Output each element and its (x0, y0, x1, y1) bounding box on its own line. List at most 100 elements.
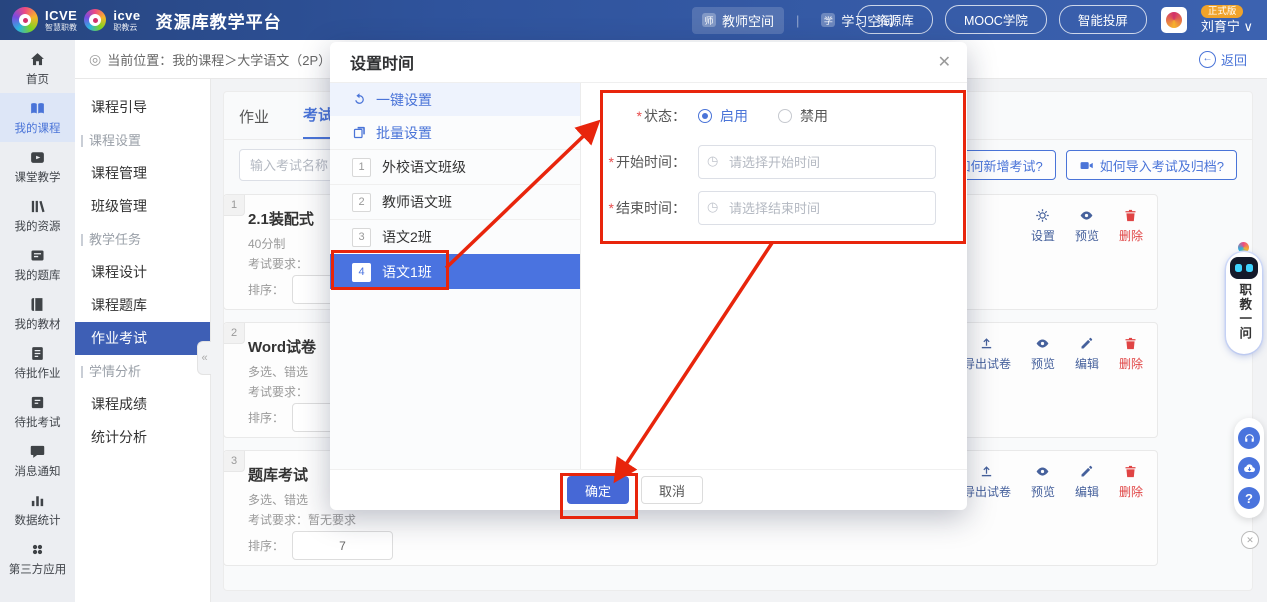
sidebar-item-messages[interactable]: 消息通知 (0, 436, 75, 485)
sidebar-item-my-courses[interactable]: 我的课程 (0, 93, 75, 142)
exam-icon (29, 393, 46, 411)
brand2-title: icve (113, 9, 140, 22)
sidebar-item-pending-homework[interactable]: 待批作业 (0, 338, 75, 387)
exam-title: Word试卷 (248, 336, 316, 357)
exam-title: 2.1装配式 (248, 208, 314, 229)
version-badge: 正式版 (1201, 5, 1244, 18)
class-item-3[interactable]: 3语文2班 (330, 219, 580, 254)
action-upload[interactable]: 导出试卷 (963, 464, 1011, 500)
sidebar-item-third-party[interactable]: 第三方应用 (0, 534, 75, 583)
action-trash[interactable]: 删除 (1119, 208, 1143, 244)
submenu-item-course-bank[interactable]: 课程题库 (75, 289, 210, 322)
submenu-item-stat-analysis[interactable]: 统计分析 (75, 421, 210, 454)
user-avatar[interactable] (1161, 7, 1187, 33)
sidebar-item-classroom[interactable]: 课堂教学 (0, 142, 75, 191)
course-submenu: « 课程引导课程设置课程管理班级管理教学任务课程设计课程题库作业考试学情分析课程… (75, 79, 211, 602)
sidebar-item-home[interactable]: 首页 (0, 44, 75, 93)
row-number: 2 (224, 323, 245, 344)
nav-teacher-space[interactable]: 师教师空间 (692, 7, 784, 34)
confirm-button[interactable]: 确定 (567, 476, 629, 504)
cloud-download-icon[interactable] (1238, 457, 1260, 479)
sidebar-item-label: 数据统计 (15, 512, 61, 528)
close-floating-icon[interactable]: ✕ (1241, 531, 1259, 549)
class-name: 语文1班 (382, 262, 432, 282)
start-time-row: *开始时间： ◷ (581, 145, 967, 179)
submenu-item-course-manage[interactable]: 课程管理 (75, 157, 210, 190)
modal-footer: 确定 取消 (330, 469, 967, 510)
radio-disable[interactable]: 禁用 (778, 106, 828, 126)
customer-service-icon[interactable] (1238, 427, 1260, 449)
action-eye[interactable]: 预览 (1075, 208, 1099, 244)
submenu-item-course-grades[interactable]: 课程成绩 (75, 388, 210, 421)
sidebar-item-label: 待批考试 (15, 414, 61, 430)
chevron-down-icon: ∨ (1243, 19, 1253, 34)
exam-requirement: 考试要求：暂无要求 (248, 511, 356, 528)
nav-separator: | (796, 13, 799, 28)
sidebar-item-label: 我的课程 (15, 120, 61, 136)
stats-icon (29, 491, 46, 509)
tab-exam[interactable]: 考试 (303, 104, 333, 139)
modal-header: 设置时间 ✕ (330, 42, 967, 83)
sidebar-item-label: 首页 (26, 71, 49, 87)
username[interactable]: 刘育宁 ∨ (1201, 19, 1253, 35)
class-number: 2 (352, 193, 371, 212)
radio-enable[interactable]: 启用 (698, 106, 748, 126)
close-icon[interactable]: ✕ (938, 52, 951, 72)
action-trash[interactable]: 删除 (1119, 464, 1143, 500)
eye-icon (1035, 336, 1050, 351)
action-edit[interactable]: 编辑 (1075, 336, 1099, 372)
brand2-sub: 职教云 (113, 24, 140, 32)
action-gear[interactable]: 设置 (1031, 208, 1055, 244)
sidebar-item-my-textbooks[interactable]: 我的教材 (0, 289, 75, 338)
trash-icon (1123, 336, 1138, 351)
sidebar-item-label: 我的资源 (15, 218, 61, 234)
action-trash[interactable]: 删除 (1119, 336, 1143, 372)
action-edit[interactable]: 编辑 (1075, 464, 1099, 500)
icve-logo-icon (12, 7, 38, 33)
user-info[interactable]: 正式版 刘育宁 ∨ (1201, 5, 1253, 35)
row-number: 1 (224, 195, 245, 216)
nav-student-space[interactable]: 学学习空间 (811, 7, 903, 34)
class-name: 外校语文班级 (382, 157, 466, 177)
help-icon[interactable]: ? (1238, 487, 1260, 509)
header-pill-1[interactable]: MOOC学院 (945, 5, 1047, 34)
assistant-widget[interactable]: 职教一问 (1226, 252, 1262, 354)
quick-set-link[interactable]: 一键设置 (330, 83, 580, 116)
header-pill-2[interactable]: 智能投屏 (1059, 5, 1147, 34)
sidebar-item-pending-exams[interactable]: 待批考试 (0, 387, 75, 436)
back-button[interactable]: ← 返回 (1199, 50, 1247, 69)
tab-homework[interactable]: 作业 (239, 106, 269, 139)
start-time-input[interactable] (698, 145, 936, 179)
sort-input[interactable] (292, 531, 393, 560)
section-bar (81, 135, 83, 147)
action-eye[interactable]: 预览 (1031, 336, 1055, 372)
help-button-1[interactable]: 如何导入考试及归档? (1066, 150, 1237, 180)
action-upload[interactable]: 导出试卷 (963, 336, 1011, 372)
icve-brand-text: ICVE 智慧职教 (45, 9, 77, 32)
video-camera-icon (1079, 158, 1094, 173)
end-time-input[interactable] (698, 191, 936, 225)
sidebar-item-data-stats[interactable]: 数据统计 (0, 485, 75, 534)
submenu-section-learning-analysis: 学情分析 (75, 355, 210, 388)
class-number: 4 (352, 263, 371, 282)
radio-circle-icon (698, 109, 712, 123)
submenu-item-course-design[interactable]: 课程设计 (75, 256, 210, 289)
breadcrumb: 当前位置：我的课程＞大学语文（2P） (107, 50, 331, 69)
collapse-submenu-handle[interactable]: « (197, 341, 211, 375)
sidebar-item-my-question-bank[interactable]: 我的题库 (0, 240, 75, 289)
class-item-1[interactable]: 1外校语文班级 (330, 149, 580, 184)
row-number: 3 (224, 451, 245, 472)
submenu-item-class-manage[interactable]: 班级管理 (75, 190, 210, 223)
cancel-button[interactable]: 取消 (641, 476, 703, 504)
batch-set-link[interactable]: 批量设置 (330, 116, 580, 149)
action-eye[interactable]: 预览 (1031, 464, 1055, 500)
exam-requirement: 考试要求： (248, 255, 308, 272)
class-item-4[interactable]: 4 语文1班 (330, 254, 580, 289)
sidebar-item-my-resources[interactable]: 我的资源 (0, 191, 75, 240)
assistant-label: 职教一问 (1238, 283, 1251, 341)
sidebar-item-label: 待批作业 (15, 365, 61, 381)
left-sidebar: 首页我的课程课堂教学我的资源我的题库我的教材待批作业待批考试消息通知数据统计第三… (0, 40, 75, 602)
class-item-2[interactable]: 2教师语文班 (330, 184, 580, 219)
submenu-item-course-guide[interactable]: 课程引导 (75, 91, 210, 124)
submenu-item-homework-exam[interactable]: 作业考试 (75, 322, 210, 355)
